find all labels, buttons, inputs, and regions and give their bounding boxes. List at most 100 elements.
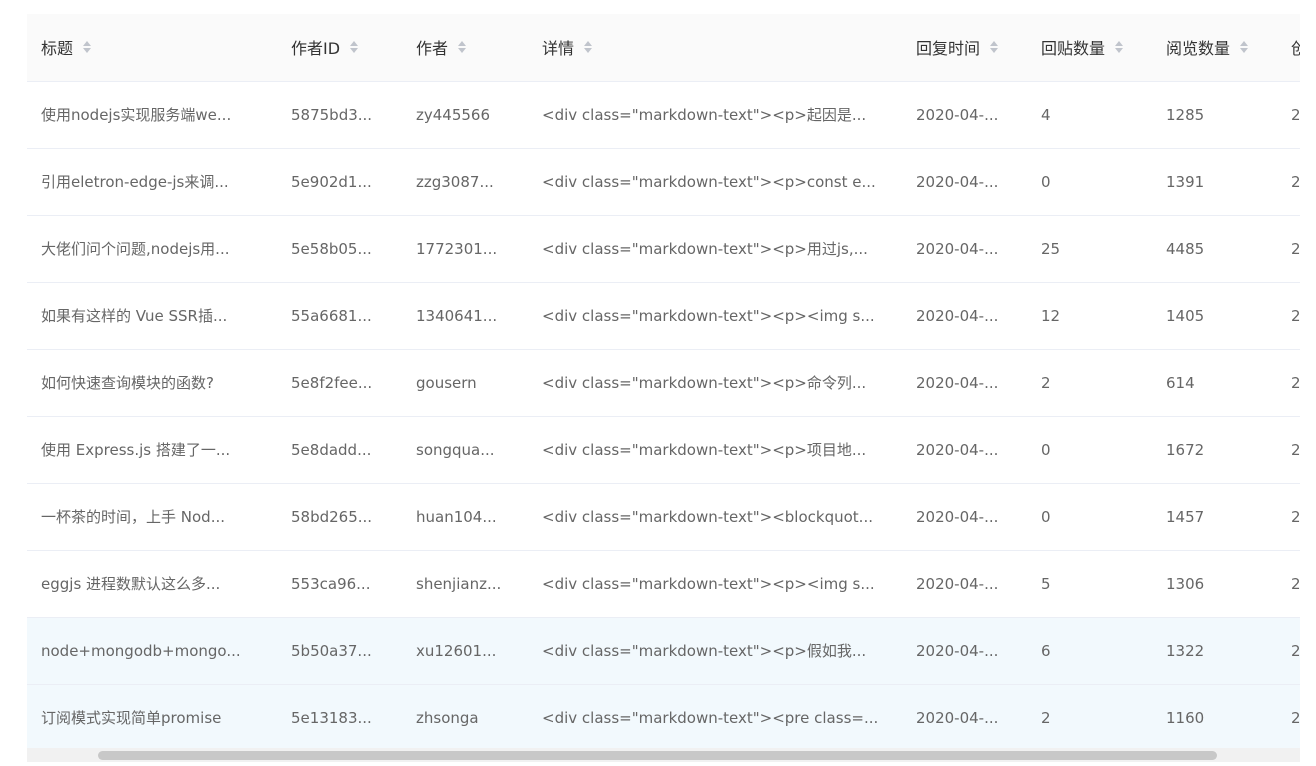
sort-descending-icon[interactable] xyxy=(584,48,593,54)
table-header: 标题 作者ID 作者 详情 回复时间 回贴数量 阅览数量 创 xyxy=(27,14,1300,82)
cell-detail: <div class="markdown-text"><p>假如我... xyxy=(528,617,902,685)
column-header-reply-count[interactable]: 回贴数量 xyxy=(1027,14,1152,82)
sort-descending-icon[interactable] xyxy=(350,48,359,54)
cell-detail: <div class="markdown-text"><pre class=..… xyxy=(528,684,902,752)
sort-descending-icon[interactable] xyxy=(83,48,92,54)
cell-visit-count: 4485 xyxy=(1152,215,1277,283)
cell-author-id: 553ca96... xyxy=(277,550,402,618)
table-row[interactable]: eggjs 进程数默认这么多... 553ca96... shenjianz... <… xyxy=(27,550,1300,618)
cell-author: shenjianz... xyxy=(402,550,528,618)
cell-detail: <div class="markdown-text"><p>项目地... xyxy=(528,416,902,484)
sort-ascending-icon[interactable] xyxy=(1240,41,1249,47)
cell-reply-count: 25 xyxy=(1027,215,1152,283)
sort-ascending-icon[interactable] xyxy=(83,41,92,47)
sort-caret-icon[interactable] xyxy=(584,41,593,54)
cell-title: node+mongodb+mongo... xyxy=(27,617,277,685)
cell-author-id: 5b50a37... xyxy=(277,617,402,685)
sort-descending-icon[interactable] xyxy=(1115,48,1124,54)
cell-reply-time: 2020-04-... xyxy=(902,81,1027,149)
table-row[interactable]: 大佬们问个问题,nodejs用... 5e58b05... 1772301... <d… xyxy=(27,215,1300,283)
cell-reply-time: 2020-04-... xyxy=(902,617,1027,685)
sort-caret-icon[interactable] xyxy=(350,41,359,54)
cell-visit-count: 1306 xyxy=(1152,550,1277,618)
cell-create-time: 2 xyxy=(1277,282,1300,350)
cell-author-id: 55a6681... xyxy=(277,282,402,350)
cell-detail: <div class="markdown-text"><p><img s... xyxy=(528,550,902,618)
sort-caret-icon[interactable] xyxy=(990,41,999,54)
column-header-create-time[interactable]: 创 xyxy=(1277,14,1300,82)
table-row[interactable]: node+mongodb+mongo... 5b50a37... xu12601..… xyxy=(27,617,1300,685)
column-header-inner: 回复时间 xyxy=(916,35,999,59)
column-header-visit-count[interactable]: 阅览数量 xyxy=(1152,14,1277,82)
table-row[interactable]: 一杯茶的时间，上手 Nod... 58bd265... huan104... <div… xyxy=(27,483,1300,551)
cell-author: gousern xyxy=(402,349,528,417)
table-body: 使用nodejs实现服务端we... 5875bd3... zy445566 <div… xyxy=(27,81,1300,752)
cell-visit-count: 1457 xyxy=(1152,483,1277,551)
column-header-author[interactable]: 作者 xyxy=(402,14,528,82)
sort-caret-icon[interactable] xyxy=(458,41,467,54)
cell-reply-time: 2020-04-... xyxy=(902,684,1027,752)
cell-reply-count: 5 xyxy=(1027,550,1152,618)
column-header-label: 创 xyxy=(1291,35,1300,59)
sort-caret-icon[interactable] xyxy=(83,41,92,54)
table-row[interactable]: 使用nodejs实现服务端we... 5875bd3... zy445566 <div… xyxy=(27,81,1300,149)
cell-reply-count: 0 xyxy=(1027,483,1152,551)
sort-caret-icon[interactable] xyxy=(1240,41,1249,54)
table-row[interactable]: 如何快速查询模块的函数? 5e8f2fee... gousern <div class… xyxy=(27,349,1300,417)
column-header-label: 作者 xyxy=(416,39,449,59)
cell-reply-time: 2020-04-... xyxy=(902,550,1027,618)
cell-reply-count: 2 xyxy=(1027,349,1152,417)
column-header-label: 阅览数量 xyxy=(1166,39,1231,59)
cell-create-time: 2 xyxy=(1277,550,1300,618)
cell-create-time: 2 xyxy=(1277,81,1300,149)
cell-author: zzg3087... xyxy=(402,148,528,216)
table-row[interactable]: 如果有这样的 Vue SSR插... 55a6681... 1340641... <d… xyxy=(27,282,1300,350)
sort-ascending-icon[interactable] xyxy=(350,41,359,47)
cell-visit-count: 1672 xyxy=(1152,416,1277,484)
cell-reply-count: 0 xyxy=(1027,148,1152,216)
cell-author-id: 5e902d1... xyxy=(277,148,402,216)
sort-ascending-icon[interactable] xyxy=(584,41,593,47)
column-header-inner: 创 xyxy=(1291,35,1300,59)
column-header-label: 作者ID xyxy=(291,39,341,59)
column-header-inner: 详情 xyxy=(542,35,593,59)
cell-reply-count: 2 xyxy=(1027,684,1152,752)
cell-create-time: 2 xyxy=(1277,617,1300,685)
sort-caret-icon[interactable] xyxy=(1115,41,1124,54)
column-header-title[interactable]: 标题 xyxy=(27,14,277,82)
sort-ascending-icon[interactable] xyxy=(990,41,999,47)
sort-descending-icon[interactable] xyxy=(458,48,467,54)
cell-author: xu12601... xyxy=(402,617,528,685)
cell-author: huan104... xyxy=(402,483,528,551)
cell-detail: <div class="markdown-text"><p><img s... xyxy=(528,282,902,350)
column-header-reply-time[interactable]: 回复时间 xyxy=(902,14,1027,82)
cell-create-time: 2 xyxy=(1277,215,1300,283)
sort-ascending-icon[interactable] xyxy=(458,41,467,47)
cell-reply-time: 2020-04-... xyxy=(902,282,1027,350)
sort-descending-icon[interactable] xyxy=(1240,48,1249,54)
sort-descending-icon[interactable] xyxy=(990,48,999,54)
table-row[interactable]: 引用eletron-edge-js来调... 5e902d1... zzg3087.… xyxy=(27,148,1300,216)
cell-detail: <div class="markdown-text"><p>起因是... xyxy=(528,81,902,149)
horizontal-scrollbar[interactable] xyxy=(27,748,1300,762)
cell-create-time: 2 xyxy=(1277,416,1300,484)
table-row[interactable]: 订阅模式实现简单promise 5e13183... zhsonga <div cla… xyxy=(27,684,1300,752)
cell-author-id: 58bd265... xyxy=(277,483,402,551)
cell-detail: <div class="markdown-text"><p>const e... xyxy=(528,148,902,216)
cell-title: 引用eletron-edge-js来调... xyxy=(27,148,277,216)
cell-visit-count: 614 xyxy=(1152,349,1277,417)
column-header-author-id[interactable]: 作者ID xyxy=(277,14,402,82)
cell-reply-count: 6 xyxy=(1027,617,1152,685)
cell-create-time: 2 xyxy=(1277,349,1300,417)
cell-visit-count: 1405 xyxy=(1152,282,1277,350)
column-header-detail[interactable]: 详情 xyxy=(528,14,902,82)
cell-title: eggjs 进程数默认这么多... xyxy=(27,550,277,618)
table-row[interactable]: 使用 Express.js 搭建了一... 5e8dadd... songqua..… xyxy=(27,416,1300,484)
horizontal-scrollbar-thumb[interactable] xyxy=(98,751,1217,760)
column-header-inner: 标题 xyxy=(41,35,92,59)
sort-ascending-icon[interactable] xyxy=(1115,41,1124,47)
cell-detail: <div class="markdown-text"><p>命令列... xyxy=(528,349,902,417)
cell-create-time: 2 xyxy=(1277,148,1300,216)
cell-reply-count: 4 xyxy=(1027,81,1152,149)
table-viewport: 标题 作者ID 作者 详情 回复时间 回贴数量 阅览数量 创 使用nodejs实现服务端we.… xyxy=(27,14,1300,766)
